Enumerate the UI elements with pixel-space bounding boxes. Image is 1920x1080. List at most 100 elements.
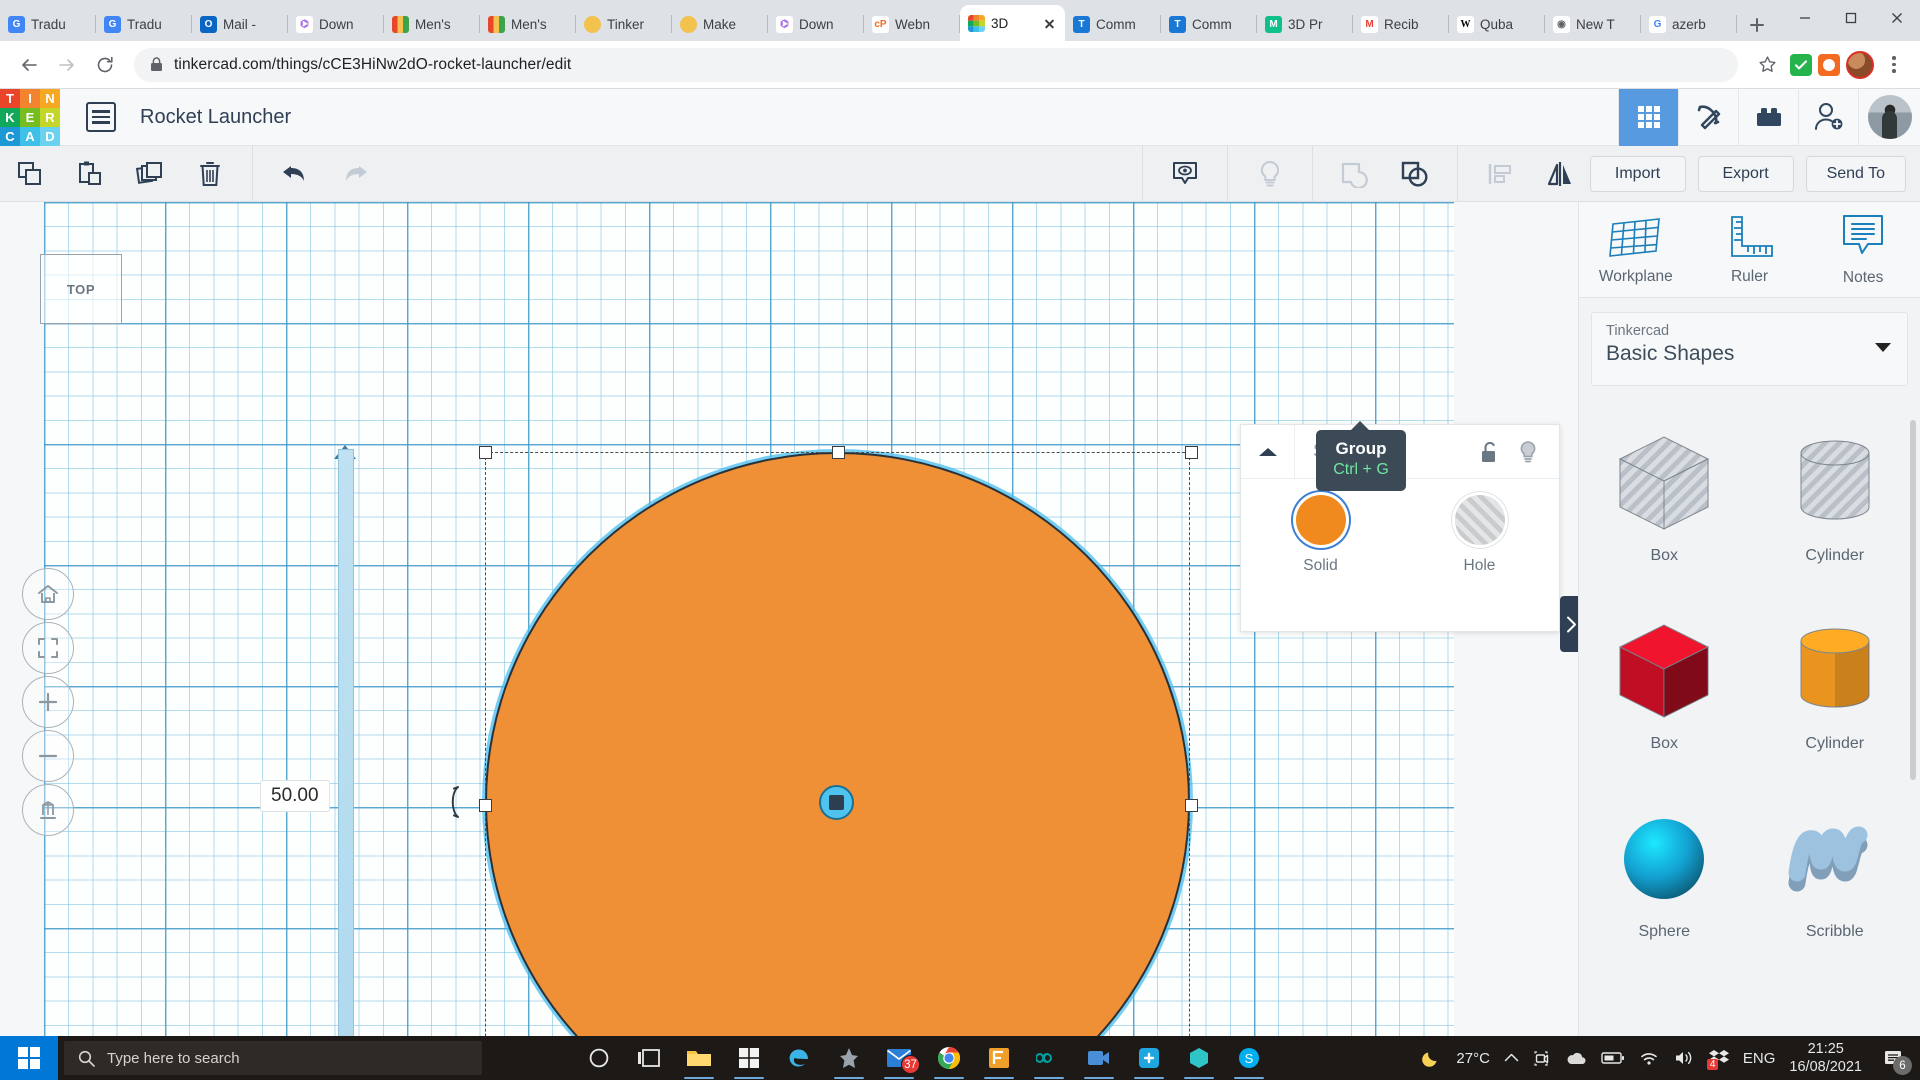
weather-temp[interactable]: 27°C xyxy=(1456,1050,1490,1067)
taskbar-app-app-blue[interactable] xyxy=(1124,1036,1174,1080)
browser-tab[interactable]: T Comm xyxy=(1065,7,1161,41)
panel-collapse-icon[interactable] xyxy=(1241,424,1295,479)
bookmark-star-icon[interactable] xyxy=(1750,48,1784,82)
chrome-menu-button[interactable] xyxy=(1880,51,1908,79)
close-icon[interactable] xyxy=(1041,15,1057,31)
browser-tab-active[interactable]: 3D xyxy=(960,5,1065,41)
volume-icon[interactable] xyxy=(1673,1049,1695,1067)
paste-icon[interactable] xyxy=(60,146,120,202)
onedrive-icon[interactable] xyxy=(1565,1050,1587,1066)
browser-tab[interactable]: Men's xyxy=(480,7,576,41)
resize-handle-tl[interactable] xyxy=(479,446,492,459)
taskbar-app-video[interactable] xyxy=(1074,1036,1124,1080)
window-close-button[interactable] xyxy=(1874,0,1920,36)
battery-icon[interactable] xyxy=(1601,1051,1625,1065)
tinkercad-logo[interactable]: TINKERCAD xyxy=(0,88,60,146)
delete-icon[interactable] xyxy=(180,146,240,202)
design-canvas[interactable]: TOP 50.00 Solid Hole Group Ctrl + G xyxy=(0,202,1578,1036)
shape-library-item[interactable]: Box xyxy=(1579,406,1750,588)
taskbar-app-app-teal[interactable] xyxy=(1174,1036,1224,1080)
browser-tab[interactable]: Gazerb xyxy=(1641,7,1737,41)
pickaxe-icon[interactable] xyxy=(1678,88,1738,146)
browser-tab[interactable]: ⌬ Down xyxy=(288,7,384,41)
chevron-up-icon[interactable] xyxy=(1504,1052,1519,1064)
solid-swatch[interactable] xyxy=(1295,495,1346,545)
wifi-icon[interactable] xyxy=(1639,1050,1659,1066)
window-maximize-button[interactable] xyxy=(1828,0,1874,36)
taskbar-app-edge[interactable] xyxy=(774,1036,824,1080)
redo-icon[interactable] xyxy=(325,146,385,202)
resize-handle-tc[interactable] xyxy=(832,446,845,459)
taskbar-app-microsoft-store[interactable] xyxy=(724,1036,774,1080)
panel-tool-workplane[interactable]: Workplane xyxy=(1579,202,1693,297)
browser-tab[interactable]: T Comm xyxy=(1161,7,1257,41)
shape-option-solid[interactable]: Solid xyxy=(1241,479,1400,575)
panel-tool-notes[interactable]: Notes xyxy=(1806,202,1920,297)
rotate-handle-icon[interactable] xyxy=(444,785,464,819)
extension-orange-icon[interactable] xyxy=(1818,53,1840,76)
chevron-down-icon[interactable] xyxy=(1875,343,1891,352)
dimension-bar-vertical[interactable] xyxy=(338,449,354,1036)
browser-tab[interactable]: ◉ New T xyxy=(1545,7,1641,41)
shape-library-item[interactable]: Cylinder xyxy=(1750,406,1920,588)
shape-library-select[interactable]: Tinkercad Basic Shapes xyxy=(1591,312,1908,386)
shape-library-item[interactable]: Box xyxy=(1579,594,1750,776)
ungroup-icon[interactable] xyxy=(1325,146,1385,202)
mirror-icon[interactable] xyxy=(1530,146,1590,202)
lego-brick-icon[interactable] xyxy=(1738,88,1798,146)
home-view-icon[interactable] xyxy=(22,568,74,620)
browser-tab[interactable]: Men's xyxy=(384,7,480,41)
browser-tab[interactable]: cP Webn xyxy=(864,7,960,41)
language-indicator[interactable]: ENG xyxy=(1743,1050,1776,1067)
window-minimize-button[interactable] xyxy=(1782,0,1828,36)
resize-handle-tr[interactable] xyxy=(1185,446,1198,459)
browser-tab[interactable]: ⌬ Down xyxy=(768,7,864,41)
browser-tab[interactable]: Make xyxy=(672,7,768,41)
back-button[interactable] xyxy=(12,48,46,82)
shape-option-hole[interactable]: Hole xyxy=(1400,479,1559,575)
undo-icon[interactable] xyxy=(265,146,325,202)
dimension-height-label[interactable]: 50.00 xyxy=(260,780,330,812)
forward-button[interactable] xyxy=(50,48,84,82)
address-bar[interactable]: tinkercad.com/things/cCE3HiNw2dO-rocket-… xyxy=(134,47,1738,82)
camera-icon[interactable] xyxy=(1533,1049,1551,1067)
browser-tab[interactable]: G Tradu xyxy=(96,7,192,41)
align-icon[interactable] xyxy=(1470,146,1530,202)
notification-center-button[interactable]: 6 xyxy=(1876,1036,1912,1080)
resize-handle-mr[interactable] xyxy=(1185,799,1198,812)
export-button[interactable]: Export xyxy=(1697,155,1794,192)
browser-tab[interactable]: M 3D Pr xyxy=(1257,7,1353,41)
browser-tab[interactable]: O Mail - xyxy=(192,7,288,41)
search-input[interactable]: Type here to search xyxy=(64,1041,482,1075)
start-button[interactable] xyxy=(0,1036,58,1080)
view-cube[interactable]: TOP xyxy=(40,254,122,324)
taskbar-app-app-dark[interactable] xyxy=(824,1036,874,1080)
hole-swatch[interactable] xyxy=(1454,495,1505,545)
shape-library-item[interactable]: Scribble xyxy=(1750,782,1920,964)
shape-library-item[interactable]: Cylinder xyxy=(1750,594,1920,776)
taskbar-app-chrome[interactable] xyxy=(924,1036,974,1080)
lightbulb-icon[interactable] xyxy=(1511,435,1545,469)
fit-to-view-icon[interactable] xyxy=(22,622,74,674)
copy-icon[interactable] xyxy=(0,146,60,202)
clock[interactable]: 21:25 16/08/2021 xyxy=(1789,1040,1862,1076)
import-button[interactable]: Import xyxy=(1589,155,1686,192)
add-user-icon[interactable] xyxy=(1798,88,1858,146)
profile-avatar[interactable] xyxy=(1846,50,1874,79)
reload-button[interactable] xyxy=(88,48,122,82)
taskbar-app-task-view[interactable] xyxy=(624,1036,674,1080)
taskbar-app-cortana[interactable] xyxy=(574,1036,624,1080)
resize-handle-ml[interactable] xyxy=(479,799,492,812)
browser-tab[interactable]: Tinker xyxy=(576,7,672,41)
lightbulb-icon[interactable] xyxy=(1240,146,1300,202)
taskbar-app-arduino[interactable] xyxy=(1024,1036,1074,1080)
shape-library-item[interactable]: Sphere xyxy=(1579,782,1750,964)
group-icon[interactable] xyxy=(1385,146,1445,202)
taskbar-app-file-explorer[interactable] xyxy=(674,1036,724,1080)
ortho-perspective-icon[interactable] xyxy=(22,784,74,836)
zoom-in-icon[interactable] xyxy=(22,676,74,728)
new-tab-button[interactable] xyxy=(1741,9,1773,41)
browser-tab[interactable]: G Tradu xyxy=(0,7,96,41)
blocks-grid-icon[interactable] xyxy=(1618,88,1678,146)
panel-tool-ruler[interactable]: Ruler xyxy=(1693,202,1807,297)
